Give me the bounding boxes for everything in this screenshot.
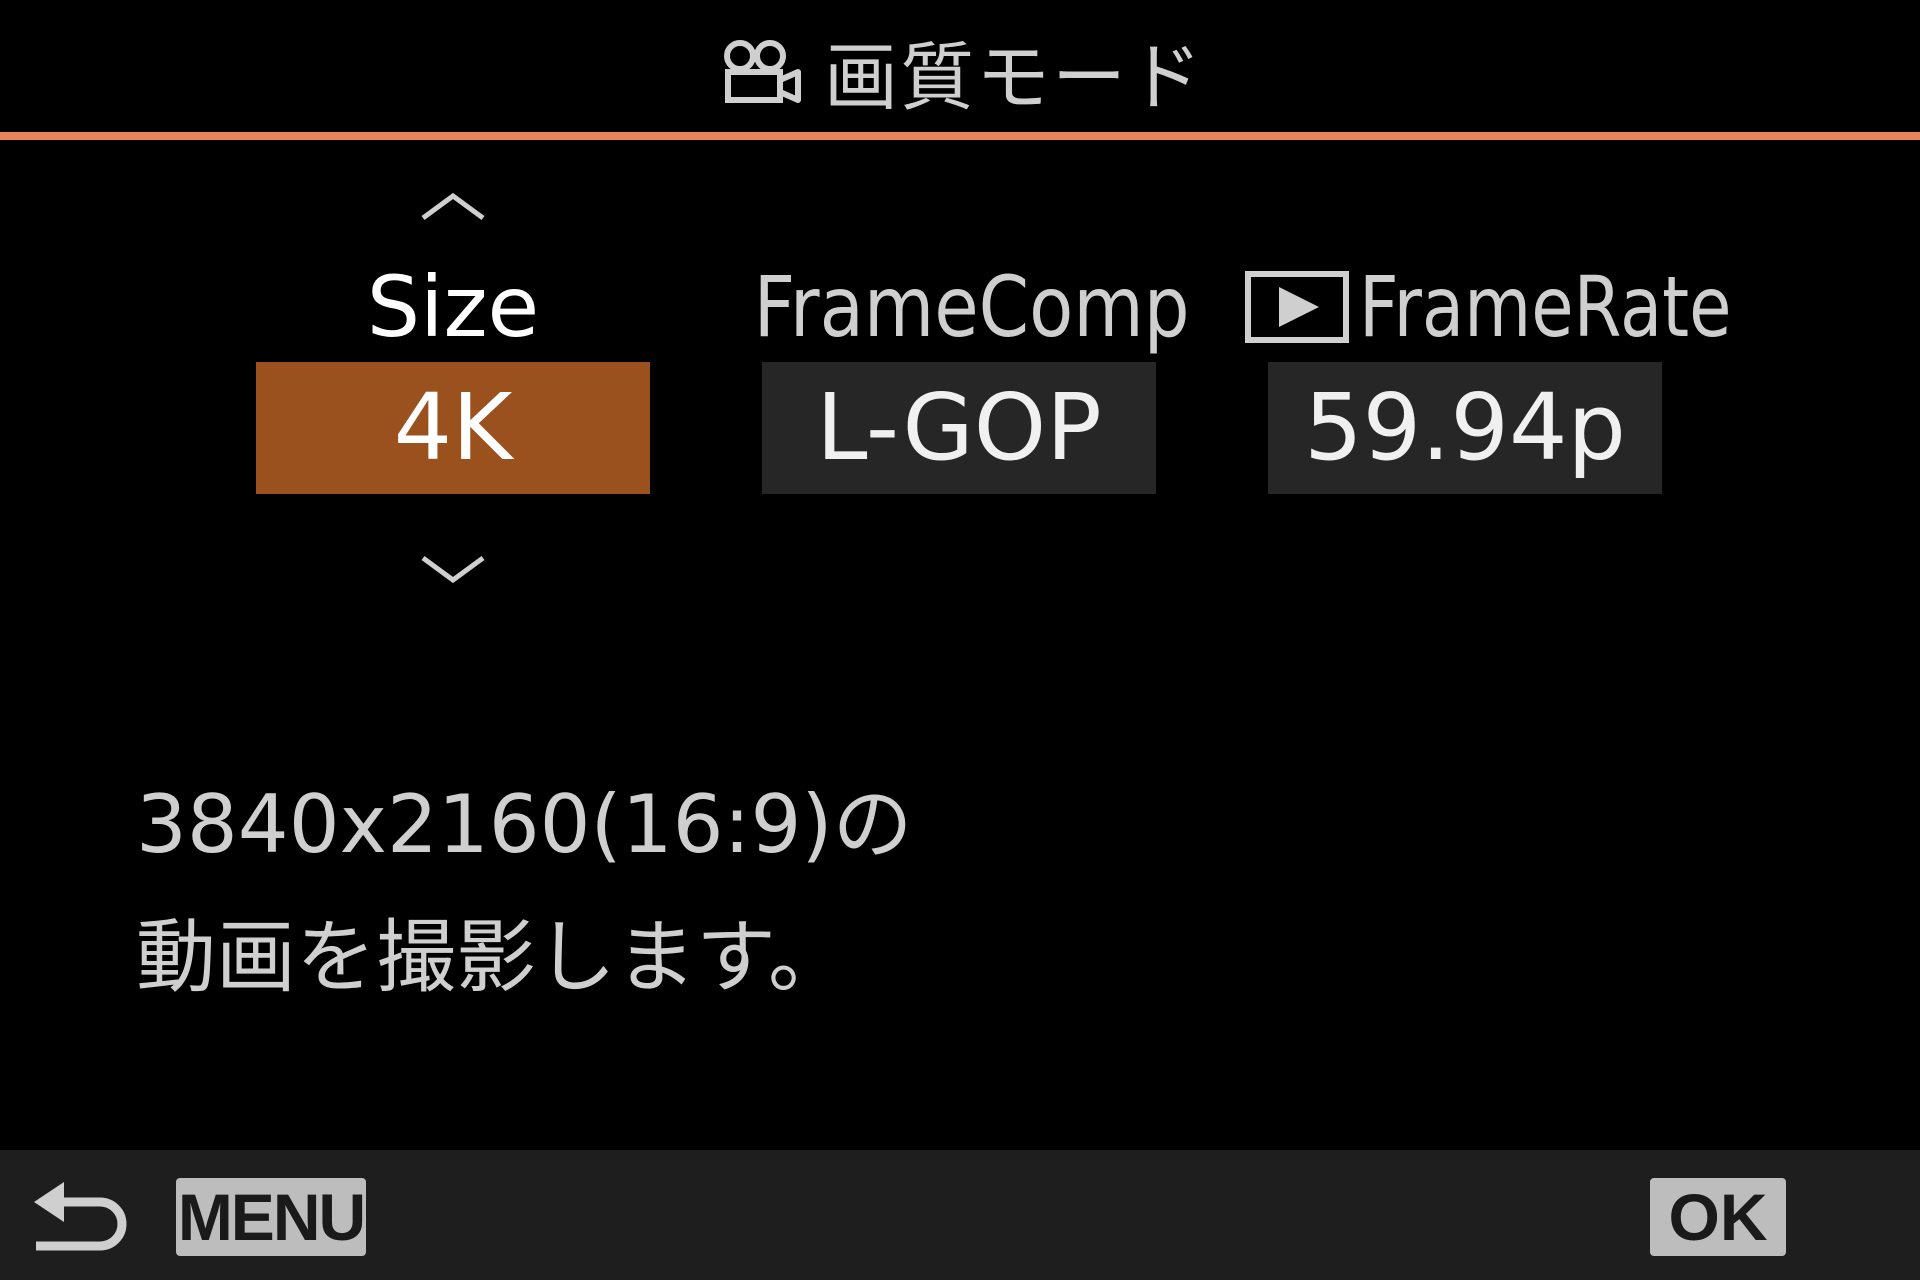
scroll-up-arrow-icon[interactable]: [413, 188, 493, 228]
footer-bar: MENU OK: [0, 1150, 1920, 1280]
framerate-value-selector[interactable]: 59.94p: [1268, 362, 1662, 494]
description-line-2: 動画を撮影します。: [136, 911, 848, 1004]
playback-icon: [1245, 271, 1349, 343]
return-arrow-icon[interactable]: [28, 1176, 138, 1260]
framerate-label: FrameRate: [1359, 258, 1732, 356]
header-title-group: 画質モード: [0, 18, 1920, 125]
framerate-label-group: FrameRate: [1245, 262, 1813, 352]
framecomp-label: FrameComp: [753, 258, 1190, 356]
menu-button[interactable]: MENU: [176, 1178, 366, 1256]
size-label: Size: [366, 258, 540, 356]
ok-button[interactable]: OK: [1650, 1178, 1786, 1256]
framecomp-value-selector[interactable]: L-GOP: [762, 362, 1156, 494]
description-line-1: 3840x2160(16:9)の: [136, 778, 913, 871]
size-value-selector[interactable]: 4K: [256, 362, 650, 494]
scroll-down-arrow-icon[interactable]: [413, 548, 493, 588]
header-accent-line: [0, 132, 1920, 140]
movie-camera-icon: [716, 36, 804, 108]
page-title: 画質モード: [824, 35, 1204, 121]
header: 画質モード: [0, 0, 1920, 134]
